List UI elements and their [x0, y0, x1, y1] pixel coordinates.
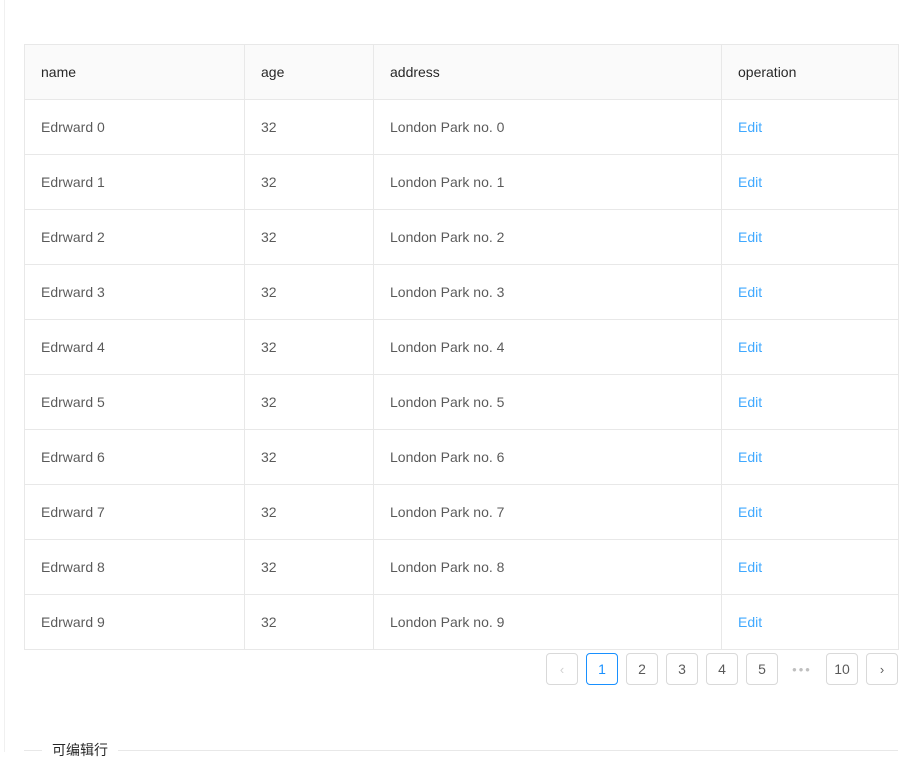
- page-root: name age address operation Edrward 0 32 …: [0, 0, 922, 752]
- data-table: name age address operation Edrward 0 32 …: [24, 44, 899, 650]
- data-table-container: name age address operation Edrward 0 32 …: [24, 44, 898, 650]
- cell-operation: Edit: [722, 375, 899, 430]
- pagination-page-1[interactable]: 1: [586, 653, 618, 685]
- pagination-page-3[interactable]: 3: [666, 653, 698, 685]
- cell-address: London Park no. 3: [374, 265, 722, 320]
- table-row: Edrward 3 32 London Park no. 3 Edit: [25, 265, 899, 320]
- cell-operation: Edit: [722, 100, 899, 155]
- cell-operation: Edit: [722, 265, 899, 320]
- cell-age: 32: [245, 155, 374, 210]
- pagination-page-last[interactable]: 10: [826, 653, 858, 685]
- section-divider: 可编辑行: [24, 740, 898, 760]
- pagination-ellipsis[interactable]: •••: [786, 653, 818, 685]
- cell-age: 32: [245, 540, 374, 595]
- edit-link[interactable]: Edit: [738, 119, 762, 135]
- pagination-page-5[interactable]: 5: [746, 653, 778, 685]
- column-header-name: name: [25, 45, 245, 100]
- cell-address: London Park no. 4: [374, 320, 722, 375]
- cell-operation: Edit: [722, 430, 899, 485]
- cell-address: London Park no. 7: [374, 485, 722, 540]
- cell-age: 32: [245, 375, 374, 430]
- cell-name: Edrward 4: [25, 320, 245, 375]
- cell-name: Edrward 7: [25, 485, 245, 540]
- cell-name: Edrward 6: [25, 430, 245, 485]
- cell-address: London Park no. 8: [374, 540, 722, 595]
- pagination-next-button[interactable]: ›: [866, 653, 898, 685]
- cell-name: Edrward 5: [25, 375, 245, 430]
- cell-age: 32: [245, 430, 374, 485]
- column-header-operation: operation: [722, 45, 899, 100]
- table-row: Edrward 6 32 London Park no. 6 Edit: [25, 430, 899, 485]
- cell-operation: Edit: [722, 155, 899, 210]
- cell-age: 32: [245, 265, 374, 320]
- cell-operation: Edit: [722, 320, 899, 375]
- column-header-address: address: [374, 45, 722, 100]
- divider-rule-left: [24, 750, 42, 751]
- cell-name: Edrward 1: [25, 155, 245, 210]
- cell-name: Edrward 9: [25, 595, 245, 650]
- edit-link[interactable]: Edit: [738, 394, 762, 410]
- cell-age: 32: [245, 320, 374, 375]
- cell-address: London Park no. 1: [374, 155, 722, 210]
- cell-age: 32: [245, 595, 374, 650]
- cell-name: Edrward 3: [25, 265, 245, 320]
- cell-address: London Park no. 6: [374, 430, 722, 485]
- pagination-page-2[interactable]: 2: [626, 653, 658, 685]
- section-divider-label: 可编辑行: [42, 740, 118, 760]
- table-row: Edrward 2 32 London Park no. 2 Edit: [25, 210, 899, 265]
- table-row: Edrward 8 32 London Park no. 8 Edit: [25, 540, 899, 595]
- cell-name: Edrward 8: [25, 540, 245, 595]
- cell-address: London Park no. 5: [374, 375, 722, 430]
- table-row: Edrward 7 32 London Park no. 7 Edit: [25, 485, 899, 540]
- cell-address: London Park no. 0: [374, 100, 722, 155]
- page-left-rule: [4, 0, 5, 752]
- cell-age: 32: [245, 100, 374, 155]
- edit-link[interactable]: Edit: [738, 504, 762, 520]
- table-row: Edrward 1 32 London Park no. 1 Edit: [25, 155, 899, 210]
- edit-link[interactable]: Edit: [738, 284, 762, 300]
- edit-link[interactable]: Edit: [738, 559, 762, 575]
- cell-operation: Edit: [722, 485, 899, 540]
- edit-link[interactable]: Edit: [738, 449, 762, 465]
- cell-age: 32: [245, 210, 374, 265]
- table-header-row: name age address operation: [25, 45, 899, 100]
- cell-name: Edrward 2: [25, 210, 245, 265]
- table-row: Edrward 5 32 London Park no. 5 Edit: [25, 375, 899, 430]
- divider-rule-right: [118, 750, 898, 751]
- edit-link[interactable]: Edit: [738, 174, 762, 190]
- table-body: Edrward 0 32 London Park no. 0 Edit Edrw…: [25, 100, 899, 650]
- chevron-left-icon: ‹: [560, 662, 564, 677]
- edit-link[interactable]: Edit: [738, 339, 762, 355]
- table-row: Edrward 4 32 London Park no. 4 Edit: [25, 320, 899, 375]
- table-row: Edrward 9 32 London Park no. 9 Edit: [25, 595, 899, 650]
- pagination: ‹ 1 2 3 4 5 ••• 10 ›: [546, 653, 898, 685]
- edit-link[interactable]: Edit: [738, 614, 762, 630]
- pagination-prev-button[interactable]: ‹: [546, 653, 578, 685]
- cell-age: 32: [245, 485, 374, 540]
- cell-address: London Park no. 2: [374, 210, 722, 265]
- cell-operation: Edit: [722, 595, 899, 650]
- table-row: Edrward 0 32 London Park no. 0 Edit: [25, 100, 899, 155]
- chevron-right-icon: ›: [880, 662, 884, 677]
- cell-operation: Edit: [722, 540, 899, 595]
- pagination-page-4[interactable]: 4: [706, 653, 738, 685]
- column-header-age: age: [245, 45, 374, 100]
- edit-link[interactable]: Edit: [738, 229, 762, 245]
- table-header: name age address operation: [25, 45, 899, 100]
- cell-operation: Edit: [722, 210, 899, 265]
- cell-name: Edrward 0: [25, 100, 245, 155]
- cell-address: London Park no. 9: [374, 595, 722, 650]
